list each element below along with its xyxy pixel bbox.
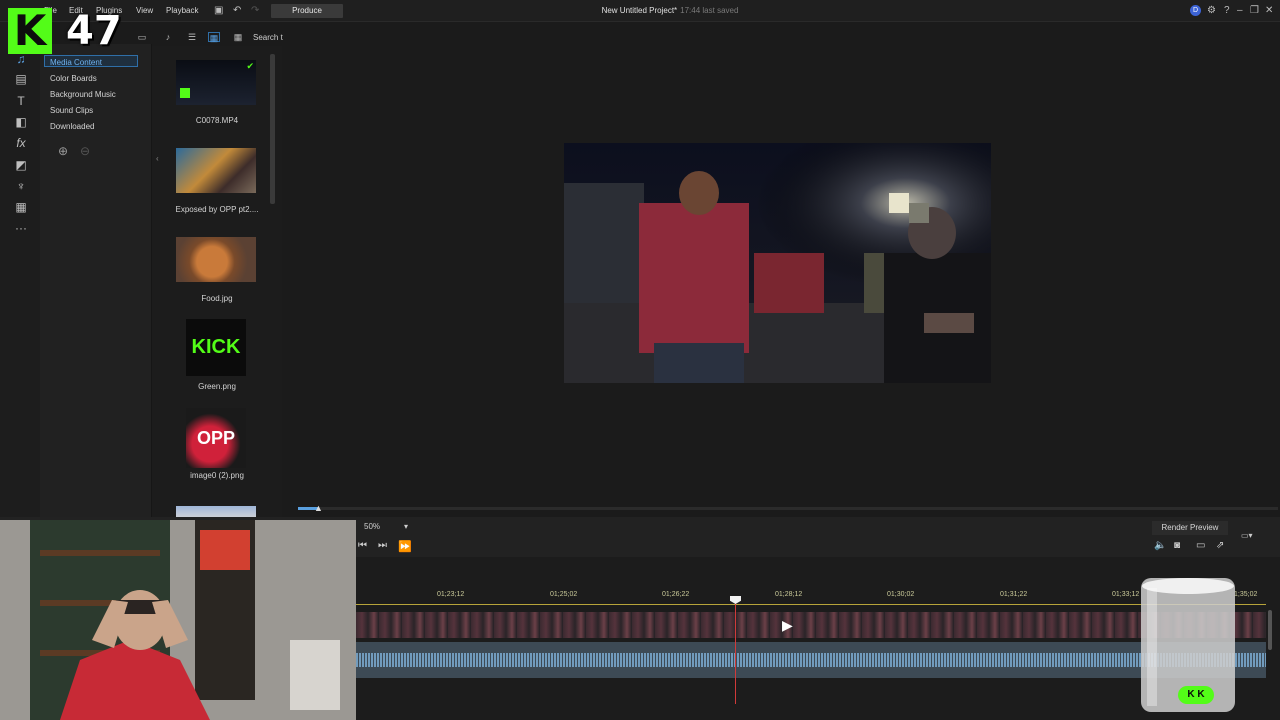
webcam-overlay xyxy=(0,520,356,720)
category-sound-clips[interactable]: Sound Clips xyxy=(50,106,93,115)
video-track-clip[interactable] xyxy=(356,612,1266,638)
timecode-tick: 01;26;22 xyxy=(662,591,690,598)
thumb-detail xyxy=(180,88,190,98)
render-preview-button[interactable]: Render Preview xyxy=(1152,521,1228,535)
menu-view[interactable]: View xyxy=(136,6,153,15)
audio-filter-icon[interactable]: ♪ xyxy=(162,32,174,42)
category-background-music[interactable]: Background Music xyxy=(50,90,116,99)
room-rail: ♫ ▤ T ◧ fx ◩ ♆ ▦ ··· xyxy=(0,22,40,520)
subtitle-icon[interactable]: ▦ xyxy=(14,200,28,214)
account-icon[interactable]: D xyxy=(1190,5,1201,16)
save-icon[interactable]: ▣ xyxy=(214,5,223,16)
play-overlay-icon: ▶ xyxy=(782,617,793,633)
video-frame-art xyxy=(564,143,991,383)
undock-icon[interactable]: ⇗ xyxy=(1216,540,1224,551)
chevron-down-icon: ▾ xyxy=(404,522,409,531)
scrubber-handle-icon[interactable]: ▲ xyxy=(314,503,323,513)
pip-icon[interactable]: ◧ xyxy=(14,115,28,129)
undo-icon[interactable]: ↶ xyxy=(233,5,241,16)
media-library: ✔ C0078.MP4 Exposed by OPP pt2.... Food.… xyxy=(152,46,282,520)
remove-tag-icon[interactable]: ⊖ xyxy=(80,144,90,158)
playhead-line[interactable] xyxy=(735,598,736,704)
list-view-icon[interactable]: ☰ xyxy=(186,32,198,42)
text-icon[interactable]: T xyxy=(14,94,28,108)
transition-icon[interactable]: ◩ xyxy=(14,158,28,172)
media-label: image0 (2).png xyxy=(190,471,244,480)
image-filter-icon[interactable]: ▭ xyxy=(136,32,148,42)
media-label: Exposed by OPP pt2.... xyxy=(175,205,259,214)
media-label: Green.png xyxy=(198,382,236,391)
snapshot-icon[interactable]: ◙ xyxy=(1174,540,1180,551)
in-use-check-icon: ✔ xyxy=(246,61,254,71)
audio-track-clip[interactable] xyxy=(356,642,1266,678)
timecode-tick: 01;33;12 xyxy=(1112,591,1140,598)
minimize-icon[interactable]: – xyxy=(1237,5,1243,16)
media-thumb-exposed[interactable] xyxy=(176,148,256,193)
fx-icon[interactable]: fx xyxy=(14,136,28,150)
gear-icon[interactable]: ⚙ xyxy=(1207,5,1216,16)
more-icon[interactable]: ··· xyxy=(14,221,28,235)
zoom-value: 50% xyxy=(364,522,381,531)
fullscreen-icon[interactable]: ▭ xyxy=(1196,540,1205,551)
timecode-tick: 1;35;02 xyxy=(1234,591,1258,598)
prev-frame-icon[interactable]: ⏮ xyxy=(358,540,367,551)
tile-view-icon[interactable]: ▦ xyxy=(232,32,244,42)
cup-kick-logo: K K xyxy=(1178,686,1214,704)
viewer-count: 47 xyxy=(66,8,122,54)
redo-icon[interactable]: ↷ xyxy=(251,5,259,16)
media-label: Food.jpg xyxy=(201,294,233,303)
media-category-list: Media Content Color Boards Background Mu… xyxy=(40,44,152,520)
project-name: New Untitled Project* xyxy=(601,6,678,15)
kick-logo: K xyxy=(8,8,52,54)
media-search-input[interactable]: Search t xyxy=(253,33,283,42)
timecode-tick: 01;31;22 xyxy=(1000,591,1028,598)
timeline-ruler[interactable] xyxy=(356,604,1266,605)
close-icon[interactable]: ✕ xyxy=(1265,5,1273,16)
collapse-panel-icon[interactable]: ‹ xyxy=(156,154,159,163)
produce-button[interactable]: Produce xyxy=(271,4,343,18)
next-frame-icon[interactable]: ⏭ xyxy=(378,540,387,551)
media-scrollbar[interactable] xyxy=(270,54,275,204)
category-downloaded[interactable]: Downloaded xyxy=(50,122,94,131)
timecode-tick: 01;25;02 xyxy=(550,591,578,598)
help-icon[interactable]: ? xyxy=(1224,5,1230,16)
zoom-select[interactable]: 50% ▾ xyxy=(364,522,408,531)
last-saved: 17:44 last saved xyxy=(680,6,739,15)
add-tag-icon[interactable]: ⊕ xyxy=(58,144,68,158)
audio-waveform xyxy=(356,653,1266,667)
media-thumb-food[interactable] xyxy=(176,237,256,282)
preview-scrubber[interactable] xyxy=(298,507,1278,510)
timecode-tick: 01;30;02 xyxy=(887,591,915,598)
aspect-ratio-icon[interactable]: ▭▾ xyxy=(1241,531,1253,540)
menu-bar: File Edit Plugins View Playback ▣ ↶ ↷ Pr… xyxy=(0,0,1280,22)
timeline-scrollbar[interactable] xyxy=(1268,610,1272,650)
category-media-content[interactable]: Media Content xyxy=(50,58,102,67)
grid-view-icon[interactable]: ▦ xyxy=(208,32,220,43)
preview-video-frame xyxy=(564,143,991,383)
particle-icon[interactable]: ♆ xyxy=(14,179,28,193)
webcam-scene xyxy=(0,520,356,720)
menu-playback[interactable]: Playback xyxy=(166,6,198,15)
media-thumb-c0078[interactable]: ✔ xyxy=(176,60,256,105)
title-room-icon[interactable]: ▤ xyxy=(14,72,28,86)
fast-forward-icon[interactable]: ⏩ xyxy=(398,540,412,553)
project-title: New Untitled Project* 17:44 last saved xyxy=(540,6,800,15)
category-color-boards[interactable]: Color Boards xyxy=(50,74,97,83)
media-thumb-image0[interactable]: OPP xyxy=(186,408,246,468)
media-thumb-green[interactable]: KICK xyxy=(186,319,246,376)
timecode-tick: 01;23;12 xyxy=(437,591,465,598)
media-label: C0078.MP4 xyxy=(195,116,239,125)
timecode-tick: 01;28;12 xyxy=(775,591,803,598)
volume-icon[interactable]: 🔈 xyxy=(1154,540,1166,551)
restore-icon[interactable]: ❐ xyxy=(1250,5,1259,16)
